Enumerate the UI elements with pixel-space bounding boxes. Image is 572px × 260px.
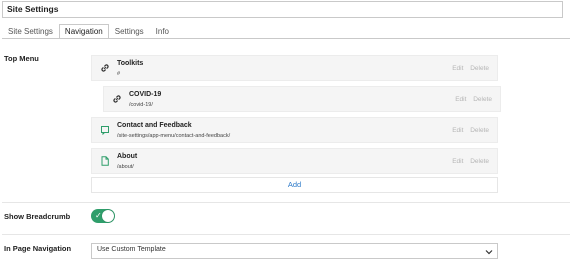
tab-site-settings[interactable]: Site Settings [2,24,59,39]
delete-button[interactable]: Delete [470,65,489,72]
in-page-navigation-label: In Page Navigation [4,244,72,253]
show-breadcrumb-toggle[interactable]: ✓ [91,209,115,223]
in-page-navigation-select[interactable]: Use Custom Template [91,243,498,259]
edit-button[interactable]: Edit [452,158,463,165]
tab-settings[interactable]: Settings [109,24,150,39]
toggle-knob [102,210,114,222]
page-title-field[interactable]: Site Settings [2,1,563,18]
page-app-icon [101,126,109,135]
delete-button[interactable]: Delete [470,127,489,134]
menu-item-contact-and-feedback[interactable]: Contact and Feedback /site-settings/app-… [91,117,498,143]
tab-divider [2,38,570,39]
delete-button[interactable]: Delete [470,158,489,165]
edit-button[interactable]: Edit [452,127,463,134]
add-menu-item-button[interactable]: Add [91,177,498,193]
menu-item-about[interactable]: About /about/ Edit Delete [91,148,498,174]
delete-button[interactable]: Delete [473,96,492,103]
show-breadcrumb-label: Show Breadcrumb [4,212,71,221]
menu-item-url: /about/ [117,164,134,170]
check-icon: ✓ [95,211,102,220]
menu-item-covid-19[interactable]: COVID-19 /covid-19/ Edit Delete [103,86,501,112]
tab-navigation[interactable]: Navigation [58,24,109,39]
page-icon [101,156,109,166]
top-menu-label: Top Menu [4,54,39,63]
menu-item-url: # [117,71,121,77]
menu-item-toolkits[interactable]: Toolkits # Edit Delete [91,55,498,81]
menu-item-title: Toolkits [117,60,144,67]
section-divider [2,202,570,203]
tab-info[interactable]: Info [150,24,175,39]
edit-button[interactable]: Edit [455,96,466,103]
tab-bar: Site Settings Navigation Settings Info [2,24,175,39]
chevron-down-icon [485,250,493,255]
selected-value: Use Custom Template [97,246,166,253]
menu-item-title: Contact and Feedback [117,122,192,129]
link-icon [113,95,121,103]
section-divider [2,234,570,235]
menu-item-title: COVID-19 [129,91,162,98]
edit-button[interactable]: Edit [452,65,463,72]
link-icon [101,64,109,72]
menu-item-url: /covid-19/ [129,102,153,108]
menu-item-title: About [117,153,138,160]
menu-item-url: /site-settings/app-menu/contact-and-feed… [117,133,231,139]
